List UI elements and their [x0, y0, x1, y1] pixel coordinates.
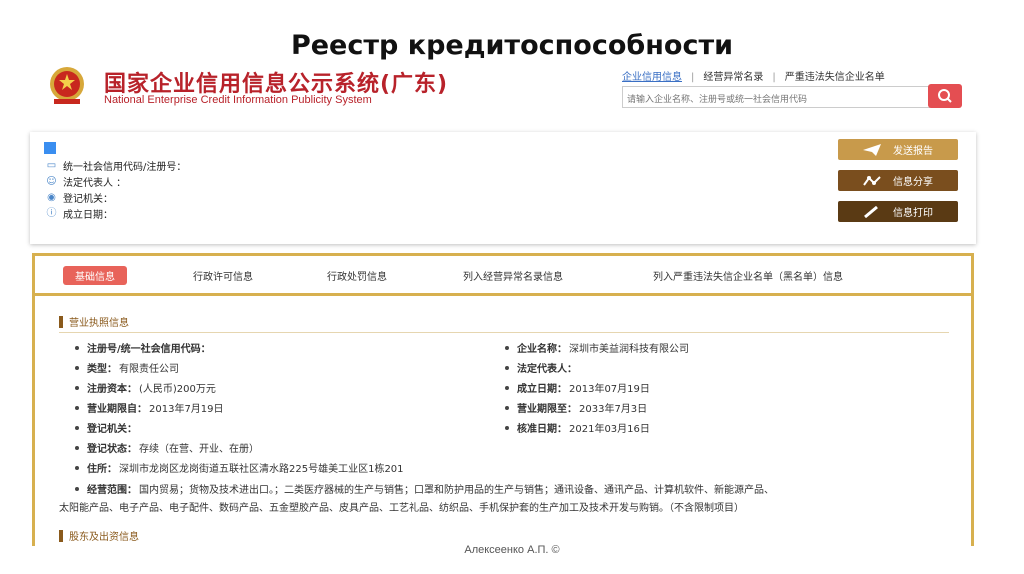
bullet-icon	[505, 425, 509, 430]
link-credit-info[interactable]: 企业信用信息	[622, 68, 682, 83]
slide-footer: Алексеенко А.П. ©	[464, 544, 560, 556]
share-icon	[863, 175, 881, 186]
screenshot-frame: 国家企业信用信息公示系统(广东) National Enterprise Cre…	[30, 60, 976, 546]
detail-panel: 基础信息 行政许可信息 行政处罚信息 列入经营异常名录信息 列入严重违法失信企业…	[32, 253, 974, 546]
search-input[interactable]	[623, 90, 923, 110]
location-icon: ◉	[47, 192, 56, 203]
field-scope: 经营范围： 国内贸易；货物及技术进出口。；二类医疗器械的生产与销售；口罩和防护用品…	[75, 481, 774, 496]
book-icon: ▭	[46, 160, 57, 171]
field-status: 登记状态： 存续（在营、开业、在册）	[75, 440, 259, 455]
print-icon	[864, 205, 878, 218]
share-info-button[interactable]: 信息分享	[838, 170, 958, 191]
bullet-icon	[75, 385, 79, 390]
send-report-button[interactable]: 发送报告	[838, 139, 958, 160]
field-address: 住所： 深圳市龙岗区龙岗街道五联社区清水路225号雄美工业区1栋201	[75, 460, 404, 475]
tab-basic-info[interactable]: 基础信息	[63, 266, 127, 285]
field-reg-code: 注册号/统一社会信用代码：	[75, 340, 213, 355]
tab-admin-penalty[interactable]: 行政处罚信息	[327, 268, 387, 283]
system-title-en: National Enterprise Credit Information P…	[104, 94, 372, 106]
print-info-button[interactable]: 信息打印	[838, 201, 958, 222]
summary-row-code: ▭ 统一社会信用代码/注册号：	[46, 160, 187, 173]
emblem-icon	[44, 66, 90, 106]
section-license: 营业执照信息	[59, 314, 129, 329]
link-blacklist[interactable]: 严重违法失信企业名单	[785, 68, 885, 83]
search-button[interactable]	[928, 84, 962, 108]
field-term-to: 营业期限至： 2033年7月3日	[505, 400, 647, 415]
bullet-icon	[75, 405, 79, 410]
flag-icon	[44, 142, 56, 154]
bullet-icon	[505, 385, 509, 390]
field-company-name: 企业名称： 深圳市美益润科技有限公司	[505, 340, 689, 355]
bullet-icon	[505, 345, 509, 350]
summary-row-rep: ☺ 法定代表人 ：	[46, 176, 127, 189]
field-scope-cont: 太阳能产品、电子产品、电子配件、数码产品、五金塑胶产品、皮具产品、工艺礼品、纺织…	[59, 503, 744, 514]
slide-title: Реестр кредитоспособности	[290, 30, 734, 61]
bullet-icon	[75, 425, 79, 430]
info-icon: ⓘ	[46, 208, 57, 219]
person-icon: ☺	[46, 176, 57, 187]
search-icon	[938, 89, 952, 103]
tab-blacklist[interactable]: 列入严重违法失信企业名单（黑名单）信息	[653, 268, 843, 283]
bullet-icon	[505, 365, 509, 370]
company-summary-card: ▭ 统一社会信用代码/注册号： ☺ 法定代表人 ： ◉ 登记机关： ⓘ 成立日期： 发送…	[30, 132, 976, 244]
field-founded: 成立日期： 2013年07月19日	[505, 380, 650, 395]
bullet-icon	[505, 405, 509, 410]
tab-abnormal-list[interactable]: 列入经营异常名录信息	[463, 268, 563, 283]
field-approval-date: 核准日期： 2021年03月16日	[505, 420, 650, 435]
top-links: 企业信用信息 | 经营异常名录 | 严重违法失信企业名单	[622, 68, 885, 83]
tab-bar: 基础信息 行政许可信息 行政处罚信息 列入经营异常名录信息 列入严重违法失信企业…	[35, 256, 971, 296]
section-shareholders: 股东及出资信息	[59, 528, 139, 543]
search-box	[622, 86, 932, 110]
summary-row-date: ⓘ 成立日期：	[46, 208, 114, 221]
field-term-from: 营业期限自： 2013年7月19日	[75, 400, 224, 415]
field-type: 类型： 有限责任公司	[75, 360, 179, 375]
bullet-icon	[75, 465, 79, 470]
field-capital: 注册资本： (人民币)200万元	[75, 380, 216, 395]
bullet-icon	[75, 486, 79, 491]
summary-row-authority: ◉ 登记机关：	[47, 192, 113, 205]
bullet-icon	[75, 445, 79, 450]
send-icon	[863, 143, 881, 156]
bullet-icon	[75, 365, 79, 370]
field-authority: 登记机关：	[75, 420, 139, 435]
link-abnormal-list[interactable]: 经营异常名录	[703, 68, 763, 83]
field-legal-rep: 法定代表人：	[505, 360, 579, 375]
bullet-icon	[75, 345, 79, 350]
tab-admin-license[interactable]: 行政许可信息	[193, 268, 253, 283]
